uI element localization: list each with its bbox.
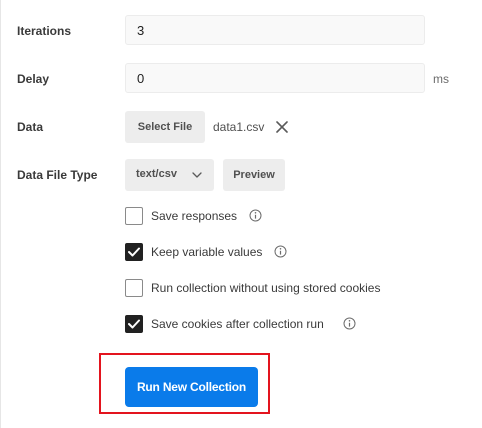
panel-left-border <box>0 0 1 428</box>
option-keep-variable-values: Keep variable values <box>125 243 295 261</box>
check-icon <box>128 247 140 257</box>
run-without-stored-cookies-label: Run collection without using stored cook… <box>151 281 381 295</box>
delay-unit: ms <box>433 72 449 86</box>
option-save-responses: Save responses <box>125 207 275 225</box>
save-cookies-after-run-label: Save cookies after collection run <box>151 317 324 331</box>
data-file-name: data1.csv <box>213 120 265 134</box>
data-label: Data <box>17 120 44 134</box>
close-icon[interactable] <box>275 120 289 134</box>
chevron-down-icon <box>192 172 202 178</box>
select-file-button[interactable]: Select File <box>125 111 205 143</box>
save-responses-checkbox[interactable] <box>125 207 143 225</box>
iterations-input[interactable] <box>125 15 425 45</box>
option-run-without-stored-cookies: Run collection without using stored cook… <box>125 279 405 297</box>
info-icon[interactable] <box>274 245 287 258</box>
run-without-stored-cookies-checkbox[interactable] <box>125 279 143 297</box>
info-icon[interactable] <box>249 209 262 222</box>
preview-button[interactable]: Preview <box>223 159 285 191</box>
check-icon <box>128 319 140 329</box>
save-cookies-after-run-checkbox[interactable] <box>125 315 143 333</box>
keep-variable-values-label: Keep variable values <box>151 245 263 259</box>
info-icon[interactable] <box>343 317 356 330</box>
keep-variable-values-checkbox[interactable] <box>125 243 143 261</box>
run-new-collection-button[interactable]: Run New Collection <box>125 367 258 407</box>
data-file-type-select[interactable]: text/csv <box>125 159 214 191</box>
option-save-cookies-after-run: Save cookies after collection run <box>125 315 365 333</box>
delay-label: Delay <box>17 72 50 86</box>
data-file-type-label: Data File Type <box>17 168 98 182</box>
iterations-label: Iterations <box>17 24 72 38</box>
delay-input[interactable] <box>125 63 425 93</box>
save-responses-label: Save responses <box>151 209 238 223</box>
data-file-type-value: text/csv <box>136 168 177 180</box>
